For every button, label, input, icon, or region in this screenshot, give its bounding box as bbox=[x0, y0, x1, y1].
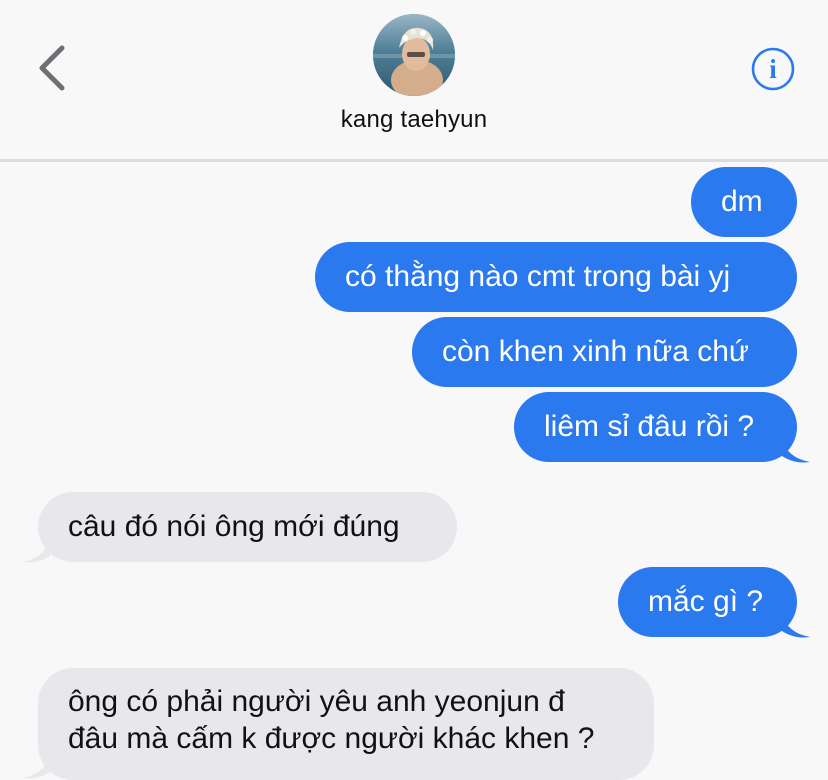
avatar[interactable] bbox=[373, 14, 455, 96]
message-bubble-received[interactable]: ông có phải người yêu anh yeonjun đ đâu … bbox=[38, 668, 654, 780]
avatar-photo bbox=[373, 14, 455, 96]
message-bubble-sent[interactable]: dm bbox=[691, 167, 797, 237]
info-icon: i bbox=[751, 47, 795, 91]
bubble-tail bbox=[782, 611, 810, 638]
back-button[interactable] bbox=[30, 44, 76, 92]
bubble-tail bbox=[782, 436, 810, 463]
message-bubble-sent[interactable]: có thằng nào cmt trong bài yj bbox=[315, 242, 797, 312]
message-bubble-sent[interactable]: mắc gì ? bbox=[618, 567, 797, 637]
message-bubble-received[interactable]: câu đó nói ông mới đúng bbox=[38, 492, 457, 562]
info-button[interactable]: i bbox=[750, 46, 796, 92]
conversation-header: kang taehyun i bbox=[0, 0, 828, 162]
message-line: đâu mà cấm k được người khác khen ? bbox=[68, 722, 595, 755]
svg-text:i: i bbox=[769, 54, 777, 84]
chevron-left-icon bbox=[39, 45, 65, 91]
message-bubble-sent[interactable]: liêm sỉ đâu rồi ? bbox=[514, 392, 797, 462]
message-line: ông có phải người yêu anh yeonjun đ bbox=[68, 685, 565, 718]
contact-name[interactable]: kang taehyun bbox=[0, 106, 828, 134]
message-bubble-sent[interactable]: còn khen xinh nữa chứ bbox=[412, 317, 797, 387]
bubble-tail bbox=[22, 536, 50, 563]
